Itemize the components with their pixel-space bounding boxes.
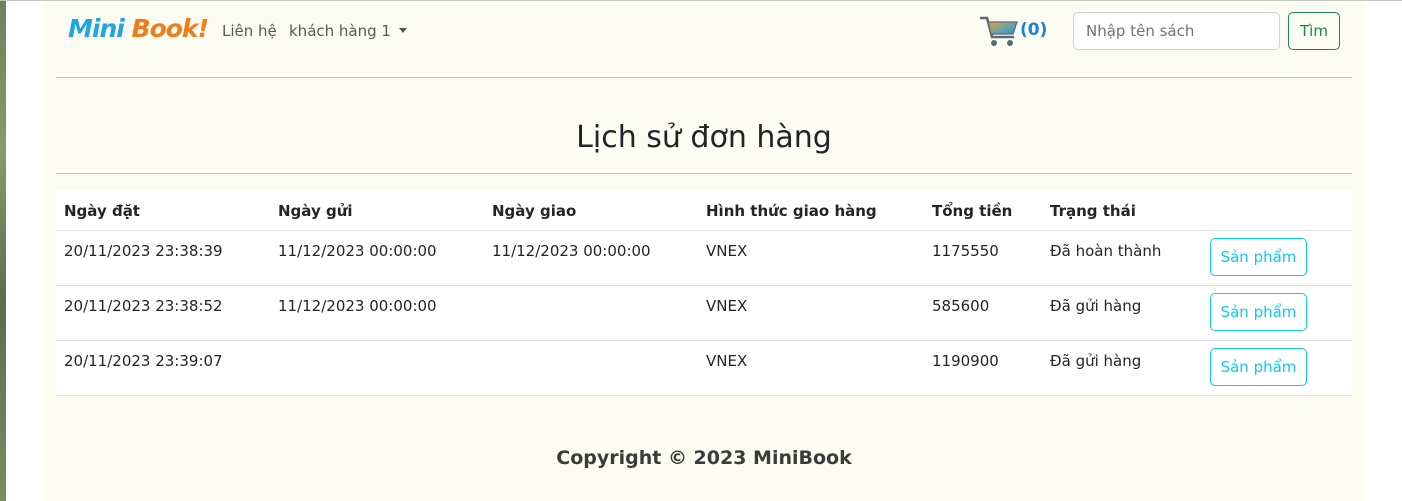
column-header-sent-date: Ngày gửi xyxy=(278,202,353,220)
navbar: Mini Book! Liên hệ khách hàng 1 (0) Nhập… xyxy=(56,1,1352,77)
sent-date-cell: 11/12/2023 00:00:00 xyxy=(278,242,437,260)
column-header-order-date: Ngày đặt xyxy=(64,202,140,220)
shopping-cart-icon xyxy=(979,16,1018,46)
search-input[interactable] xyxy=(1073,12,1280,50)
table-header-row: Ngày đặt Ngày gửi Ngày giao Hình thức gi… xyxy=(56,190,1352,231)
order-date-cell: 20/11/2023 23:39:07 xyxy=(64,352,223,370)
cart-count-badge: (0) xyxy=(1020,20,1048,40)
page-title: Lịch sử đơn hàng xyxy=(576,120,832,155)
order-date-cell: 20/11/2023 23:38:52 xyxy=(64,297,223,315)
brand-logo[interactable]: Mini Book! xyxy=(68,13,209,45)
total-cell: 1175550 xyxy=(932,242,999,260)
shipping-method-cell: VNEX xyxy=(706,297,748,315)
table-row: 20/11/2023 23:38:52 11/12/2023 00:00:00 … xyxy=(56,286,1352,341)
column-header-total: Tổng tiền xyxy=(932,202,1013,220)
shipping-method-cell: VNEX xyxy=(706,352,748,370)
title-divider xyxy=(56,173,1352,174)
view-products-button[interactable]: Sản phẩm xyxy=(1210,238,1307,276)
table-row: 20/11/2023 23:39:07 VNEX 1190900 Đã gửi … xyxy=(56,341,1352,396)
status-cell: Đã hoàn thành xyxy=(1050,242,1162,260)
chevron-down-icon xyxy=(398,28,407,33)
nav-contact-link[interactable]: Liên hệ xyxy=(222,21,277,41)
shipping-method-cell: VNEX xyxy=(706,242,748,260)
status-cell: Đã gửi hàng xyxy=(1050,297,1142,315)
sent-date-cell: 11/12/2023 00:00:00 xyxy=(278,297,437,315)
column-header-delivery-date: Ngày giao xyxy=(492,202,577,220)
search-button[interactable]: Tìm xyxy=(1288,12,1340,50)
delivery-date-cell: 11/12/2023 00:00:00 xyxy=(492,242,651,260)
desktop-background-strip xyxy=(0,0,6,501)
nav-user-label: khách hàng 1 xyxy=(289,22,391,40)
column-header-status: Trạng thái xyxy=(1050,202,1136,220)
column-header-shipping-method: Hình thức giao hàng xyxy=(706,202,877,220)
total-cell: 1190900 xyxy=(932,352,999,370)
order-history-table: Ngày đặt Ngày gửi Ngày giao Hình thức gi… xyxy=(56,190,1352,396)
status-cell: Đã gửi hàng xyxy=(1050,352,1142,370)
nav-user-dropdown[interactable]: khách hàng 1 xyxy=(289,21,407,41)
brand-logo-part1: Mini xyxy=(68,14,132,43)
brand-logo-part2: Book! xyxy=(131,14,209,43)
order-date-cell: 20/11/2023 23:38:39 xyxy=(64,242,223,260)
view-products-button[interactable]: Sản phẩm xyxy=(1210,348,1307,386)
view-products-button[interactable]: Sản phẩm xyxy=(1210,293,1307,331)
navbar-divider xyxy=(56,77,1352,78)
footer-copyright: Copyright © 2023 MiniBook xyxy=(556,447,852,469)
cart-link[interactable]: (0) xyxy=(979,15,1050,51)
total-cell: 585600 xyxy=(932,297,990,315)
table-row: 20/11/2023 23:38:39 11/12/2023 00:00:00 … xyxy=(56,231,1352,286)
page-container: Mini Book! Liên hệ khách hàng 1 (0) Nhập… xyxy=(44,1,1364,501)
